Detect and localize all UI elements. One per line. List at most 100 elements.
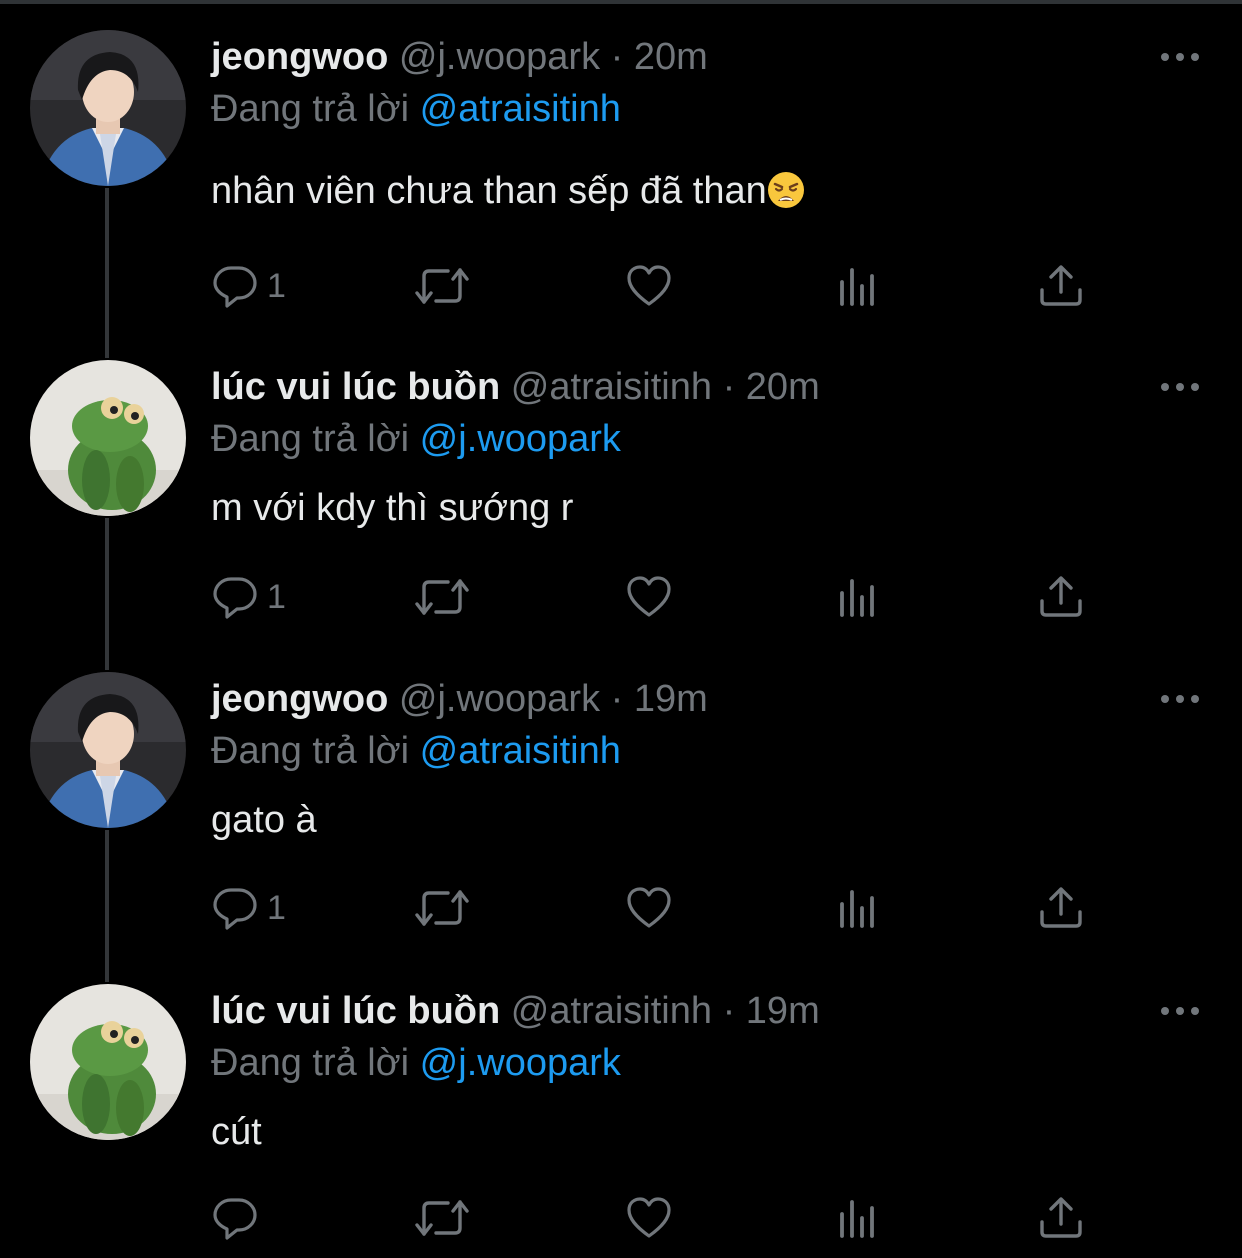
reply-icon: [211, 884, 259, 932]
frog-avatar-icon: [30, 360, 186, 516]
avatar[interactable]: [30, 360, 186, 516]
avatar[interactable]: [30, 984, 186, 1140]
heart-icon: [625, 573, 673, 621]
display-name[interactable]: jeongwoo: [211, 36, 388, 78]
tweet-text: cút: [211, 1111, 262, 1153]
replying-to: Đang trả lời @j.woopark: [211, 1038, 621, 1088]
share-icon: [1037, 1194, 1085, 1242]
share-button[interactable]: [1037, 262, 1085, 310]
weary-face-icon: [767, 172, 804, 208]
mention-link[interactable]: @j.woopark: [420, 1042, 621, 1084]
thread-line: [105, 830, 109, 982]
replying-to: Đang trả lời @atraisitinh: [211, 726, 621, 776]
user-handle[interactable]: @atraisitinh: [511, 366, 712, 408]
separator: ·: [722, 366, 736, 408]
heart-icon: [625, 262, 673, 310]
analytics-button[interactable]: [833, 573, 881, 621]
display-name[interactable]: lúc vui lúc buồn: [211, 990, 500, 1032]
share-icon: [1037, 262, 1085, 310]
reply-button[interactable]: [211, 1194, 267, 1242]
replying-label: Đang trả lời: [211, 88, 410, 130]
like-button[interactable]: [625, 573, 673, 621]
tweet-text: m với kdy thì sướng r: [211, 487, 574, 529]
analytics-icon: [833, 573, 881, 621]
analytics-button[interactable]: [833, 884, 881, 932]
tweet-actions: 1: [211, 262, 1091, 310]
retweet-button[interactable]: [414, 884, 470, 932]
share-button[interactable]: [1037, 884, 1085, 932]
like-button[interactable]: [625, 262, 673, 310]
timestamp[interactable]: 20m: [746, 366, 820, 408]
tweet-header: lúc vui lúc buồn @atraisitinh · 19m: [211, 986, 820, 1036]
mention-link[interactable]: @atraisitinh: [420, 730, 621, 772]
retweet-icon: [414, 262, 470, 310]
share-button[interactable]: [1037, 573, 1085, 621]
share-icon: [1037, 573, 1085, 621]
reply-count: 1: [267, 888, 286, 927]
person-avatar-icon: [30, 30, 186, 186]
reply-button[interactable]: 1: [211, 884, 286, 932]
tweet-actions: 1: [211, 573, 1091, 621]
reply-count: 1: [267, 577, 286, 616]
top-divider: [0, 0, 1242, 4]
user-handle[interactable]: @j.woopark: [399, 678, 600, 720]
replying-label: Đang trả lời: [211, 418, 410, 460]
user-handle[interactable]: @j.woopark: [399, 36, 600, 78]
timestamp[interactable]: 20m: [634, 36, 708, 78]
replying-label: Đang trả lời: [211, 730, 410, 772]
share-icon: [1037, 884, 1085, 932]
heart-icon: [625, 884, 673, 932]
retweet-button[interactable]: [414, 262, 470, 310]
tweet-header: jeongwoo @j.woopark · 20m: [211, 32, 708, 82]
thread-line: [105, 518, 109, 670]
reply-button[interactable]: 1: [211, 573, 286, 621]
more-options-icon[interactable]: [1158, 689, 1202, 709]
analytics-icon: [833, 884, 881, 932]
tweet-actions: [211, 1194, 1091, 1242]
mention-link[interactable]: @j.woopark: [420, 418, 621, 460]
retweet-icon: [414, 884, 470, 932]
reply-icon: [211, 573, 259, 621]
retweet-button[interactable]: [414, 573, 470, 621]
separator: ·: [610, 678, 624, 720]
thread-line: [105, 188, 109, 358]
avatar[interactable]: [30, 30, 186, 186]
retweet-icon: [414, 1194, 470, 1242]
heart-icon: [625, 1194, 673, 1242]
more-options-icon[interactable]: [1158, 47, 1202, 67]
display-name[interactable]: lúc vui lúc buồn: [211, 366, 500, 408]
like-button[interactable]: [625, 884, 673, 932]
separator: ·: [610, 36, 624, 78]
tweet-text: gato à: [211, 799, 317, 841]
timestamp[interactable]: 19m: [634, 678, 708, 720]
mention-link[interactable]: @atraisitinh: [420, 88, 621, 130]
user-handle[interactable]: @atraisitinh: [511, 990, 712, 1032]
reply-icon: [211, 262, 259, 310]
separator: ·: [722, 990, 736, 1032]
reply-icon: [211, 1194, 259, 1242]
analytics-icon: [833, 1194, 881, 1242]
timestamp[interactable]: 19m: [746, 990, 820, 1032]
more-options-icon[interactable]: [1158, 1001, 1202, 1021]
analytics-button[interactable]: [833, 262, 881, 310]
tweet-text-content: nhân viên chưa than sếp đã than: [211, 170, 767, 212]
analytics-icon: [833, 262, 881, 310]
frog-avatar-icon: [30, 984, 186, 1140]
tweet-actions: 1: [211, 884, 1091, 932]
more-options-icon[interactable]: [1158, 377, 1202, 397]
replying-to: Đang trả lời @j.woopark: [211, 414, 621, 464]
reply-count: 1: [267, 266, 286, 305]
reply-button[interactable]: 1: [211, 262, 286, 310]
person-avatar-icon: [30, 672, 186, 828]
display-name[interactable]: jeongwoo: [211, 678, 388, 720]
tweet-header: jeongwoo @j.woopark · 19m: [211, 674, 708, 724]
tweet-text: nhân viên chưa than sếp đã than: [211, 166, 805, 216]
like-button[interactable]: [625, 1194, 673, 1242]
avatar[interactable]: [30, 672, 186, 828]
replying-label: Đang trả lời: [211, 1042, 410, 1084]
retweet-button[interactable]: [414, 1194, 470, 1242]
share-button[interactable]: [1037, 1194, 1085, 1242]
tweet-header: lúc vui lúc buồn @atraisitinh · 20m: [211, 362, 820, 412]
retweet-icon: [414, 573, 470, 621]
analytics-button[interactable]: [833, 1194, 881, 1242]
